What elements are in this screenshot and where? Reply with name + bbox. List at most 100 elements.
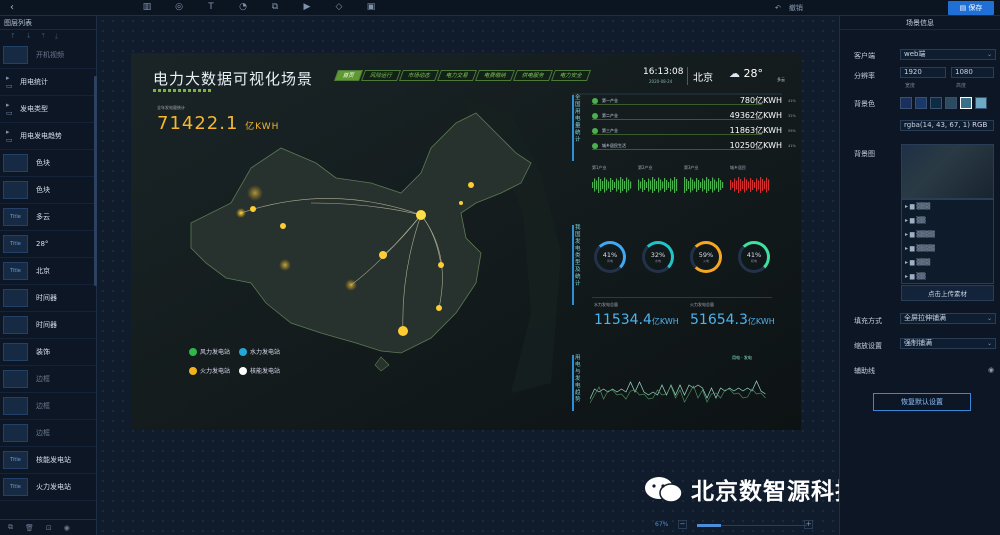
color-swatch[interactable]: [960, 97, 972, 109]
thermal-total-label: 火力发电总量: [690, 302, 714, 307]
image-icon[interactable]: ▣: [364, 2, 378, 13]
dashboard-nav-tab[interactable]: 供电服务: [513, 70, 554, 81]
width-input[interactable]: 1920: [900, 67, 946, 78]
fill-mode-select[interactable]: 全屏拉伸铺满 ⌄: [900, 313, 996, 324]
folder-item[interactable]: ▸ ▆ ▒▒: [902, 214, 993, 228]
folder-item[interactable]: ▸ ▆ ▒▒▒▒: [902, 228, 993, 242]
layer-label: 用电统计: [20, 78, 48, 86]
layer-item[interactable]: 时间器: [0, 312, 96, 339]
client-label: 客户端: [854, 52, 875, 60]
media-icon[interactable]: ▶: [300, 2, 314, 13]
nuclear-icon: [239, 366, 247, 375]
mini-bar: [676, 179, 678, 191]
layer-item[interactable]: ▸ ▭ 发电类型: [0, 96, 96, 123]
mini-bar: [626, 177, 628, 193]
layer-label: 边框: [36, 402, 50, 410]
layer-item[interactable]: 色块: [0, 150, 96, 177]
height-value: 1080: [955, 68, 973, 76]
layer-item[interactable]: Title 28°: [0, 231, 96, 258]
color-swatch[interactable]: [945, 97, 957, 109]
layer-item[interactable]: 装饰: [0, 339, 96, 366]
bgcolor-input[interactable]: rgba(14, 43, 67, 1) RGB: [900, 120, 994, 131]
layer-label: 多云: [36, 213, 50, 221]
ring-pct: 59%: [698, 251, 714, 259]
folder-item[interactable]: ▸ ▆ ▒▒: [902, 270, 993, 284]
color-swatch[interactable]: [915, 97, 927, 109]
layer-label: 用电发电趋势: [20, 132, 62, 140]
mini-bar: [664, 178, 666, 192]
layer-label: 28°: [36, 240, 49, 248]
undo-button[interactable]: ↶ 撤销: [775, 3, 803, 13]
dashboard-nav-tab[interactable]: 电费缴纳: [475, 70, 516, 81]
back-arrow-icon[interactable]: ‹: [10, 2, 14, 13]
layer-item[interactable]: Title 多云: [0, 204, 96, 231]
layer-item[interactable]: 边框: [0, 420, 96, 447]
layer-item[interactable]: Title 核能发电站: [0, 447, 96, 474]
mini-bar: [760, 177, 762, 193]
client-select[interactable]: web端 ⌄: [900, 49, 996, 60]
ring-label: 水电: [654, 259, 661, 263]
layer-item[interactable]: 时间器: [0, 285, 96, 312]
mini-bar: [592, 182, 594, 188]
move-down-icon[interactable]: ↓: [26, 30, 32, 42]
layer-item[interactable]: 边框: [0, 366, 96, 393]
height-input[interactable]: 1080: [951, 67, 994, 78]
lock-icon[interactable]: ⊡: [46, 524, 52, 532]
text-icon[interactable]: T: [204, 2, 218, 13]
dashboard-canvas[interactable]: 电力大数据可视化场景 首页 风险运行 市场动态 电力交易 电费缴纳 供电服务 电力安全 16…: [131, 53, 801, 430]
layer-item[interactable]: 色块: [0, 177, 96, 204]
mini-bar: [630, 181, 632, 189]
align-bottom-icon[interactable]: ⤓: [55, 30, 58, 42]
layer-item[interactable]: 边框: [0, 393, 96, 420]
fire-icon: [189, 366, 197, 375]
dashboard-nav-tab[interactable]: 电力安全: [551, 70, 592, 81]
upload-button[interactable]: 点击上传素材: [901, 285, 994, 301]
temperature: 28°: [743, 67, 764, 80]
layer-item[interactable]: Title 北京: [0, 258, 96, 285]
bgimg-preview[interactable]: [901, 144, 994, 199]
scale-select[interactable]: 强制铺满 ⌄: [900, 338, 996, 349]
usage-pct: 59%: [788, 128, 796, 133]
layer-label: 发电类型: [20, 105, 48, 113]
legend-nuclear-label: 核能发电站: [250, 368, 281, 375]
total-gen-number: 71422.1: [157, 113, 239, 134]
folder-item[interactable]: ▸ ▆ ▒▒▒: [902, 200, 993, 214]
mini-bar: [598, 177, 600, 193]
layer-item[interactable]: ▸ ▭ 用电发电趋势: [0, 123, 96, 150]
layer-item[interactable]: ▸ ▭ 用电统计: [0, 69, 96, 96]
dashboard-nav-tab[interactable]: 风险运行: [361, 70, 402, 81]
ring-label: 核电: [750, 259, 757, 263]
layer-thumbnail: [3, 181, 28, 199]
dashboard-nav-tab[interactable]: 市场动态: [399, 70, 440, 81]
folder-item[interactable]: ▸ ▆ ▒▒▒: [902, 256, 993, 270]
zoom-out-button[interactable]: −: [678, 520, 687, 529]
color-swatch[interactable]: [975, 97, 987, 109]
save-button[interactable]: ▤ 保存: [948, 1, 994, 15]
eye-icon[interactable]: ◉: [988, 366, 994, 374]
chart-icon[interactable]: ▥: [140, 2, 154, 13]
dashboard-nav-tab[interactable]: 首页: [333, 70, 364, 81]
shapes-icon[interactable]: ◇: [332, 2, 346, 13]
align-top-icon[interactable]: ⤒: [42, 30, 45, 42]
zoom-in-button[interactable]: +: [804, 520, 813, 529]
copy-icon[interactable]: ⧉: [8, 523, 13, 532]
eye-icon[interactable]: ◉: [64, 524, 70, 532]
layer-item[interactable]: Title 火力发电站: [0, 474, 96, 501]
gauge-icon[interactable]: ◔: [236, 2, 250, 13]
delete-icon[interactable]: 🗑: [25, 524, 34, 532]
color-swatch[interactable]: [900, 97, 912, 109]
move-up-icon[interactable]: ↑: [10, 30, 16, 42]
layers-icon[interactable]: ⧉: [268, 2, 282, 13]
dashboard-nav-tab[interactable]: 电力交易: [437, 70, 478, 81]
layer-thumbnail: Title: [3, 235, 28, 253]
reset-default-button[interactable]: 恢复默认设置: [873, 393, 971, 411]
industry-icon: [592, 127, 598, 134]
file-list: ▸ ▆ ▒▒▒ ▸ ▆ ▒▒ ▸ ▆ ▒▒▒▒ ▸ ▆ ▒▒▒▒ ▸ ▆ ▒▒▒…: [901, 199, 994, 284]
layer-item[interactable]: 开机视频: [0, 42, 96, 69]
folder-icon: ▸ ▆ ▒▒: [905, 273, 926, 280]
color-swatch[interactable]: [930, 97, 942, 109]
folder-item[interactable]: ▸ ▆ ▒▒▒▒: [902, 242, 993, 256]
map-icon[interactable]: ◎: [172, 2, 186, 13]
layer-scrollbar[interactable]: [94, 76, 97, 286]
mini-bar: [764, 181, 766, 189]
